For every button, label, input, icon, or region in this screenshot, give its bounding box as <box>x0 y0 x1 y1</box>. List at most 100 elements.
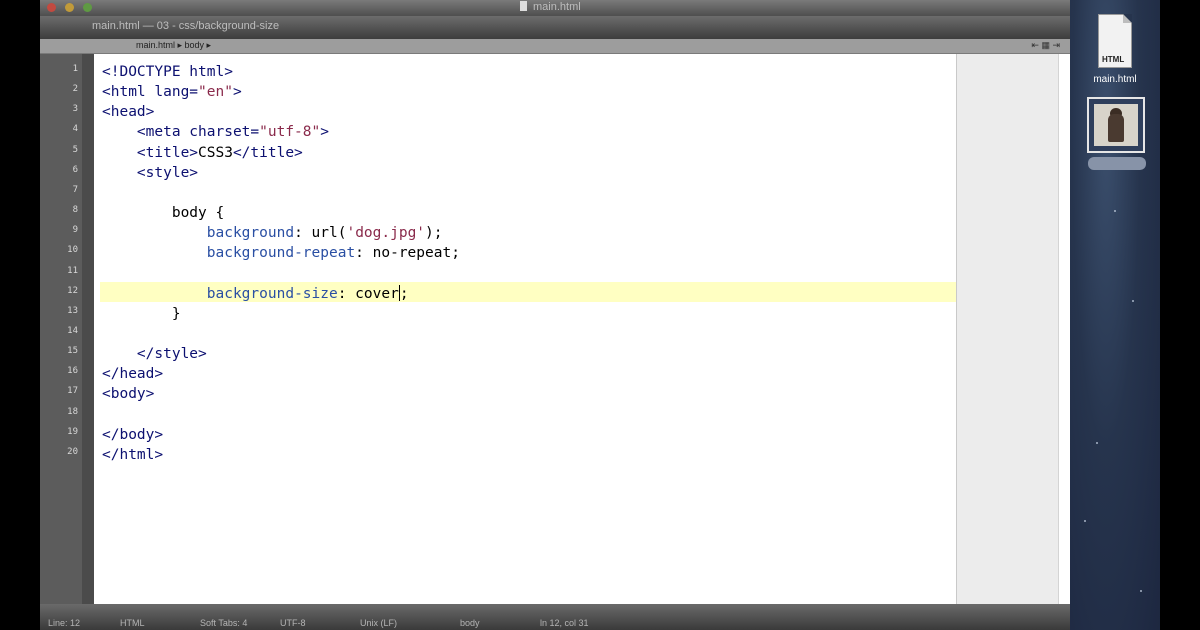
dog-image-icon[interactable] <box>1087 97 1145 153</box>
line-number: 8 <box>72 205 78 216</box>
code-line[interactable]: body { <box>102 203 224 223</box>
zoom-window-icon[interactable] <box>83 3 92 12</box>
code-token: <body> <box>102 386 155 403</box>
status-segment[interactable]: Unix (LF) <box>360 618 397 628</box>
code-token: : no-repeat; <box>355 245 460 262</box>
line-number: 15 <box>67 346 78 357</box>
dog-body-shape <box>1108 114 1124 142</box>
code-token: background-size <box>206 285 338 302</box>
code-editor[interactable]: <!DOCTYPE html> <html lang="en"> <head> <m… <box>94 54 956 604</box>
code-line[interactable]: </html> <box>102 445 163 465</box>
tab-bar: main.html — 03 - css/background-size <box>40 16 1070 39</box>
file-type-label: HTML <box>1102 55 1125 64</box>
code-line[interactable]: <title>CSS3</title> <box>102 143 303 163</box>
letterbox-right <box>1160 0 1200 630</box>
path-bar-tools[interactable]: ⇤ ▦ ⇥ <box>1031 40 1060 51</box>
line-number: 18 <box>67 406 78 417</box>
code-token: CSS3 <box>198 144 233 161</box>
line-number: 7 <box>72 184 78 195</box>
path-bar: main.html ▸ body ▸ ⇤ ▦ ⇥ <box>40 39 1070 54</box>
code-token: <head> <box>102 104 155 121</box>
line-number: 4 <box>72 124 78 135</box>
minimize-window-icon[interactable] <box>65 3 74 12</box>
dog-thumbnail <box>1094 104 1138 146</box>
vertical-scrollbar[interactable] <box>1058 54 1070 604</box>
code-token: : url( <box>294 225 347 242</box>
code-token: </style> <box>102 346 207 363</box>
code-token: </title> <box>232 144 303 161</box>
star <box>1096 442 1098 444</box>
breadcrumb[interactable]: main.html ▸ body ▸ <box>136 40 211 51</box>
code-token: body { <box>102 205 225 222</box>
line-number: 6 <box>72 164 78 175</box>
document-icon <box>520 1 527 11</box>
code-line[interactable]: </body> <box>102 425 163 445</box>
right-margin-area <box>956 54 1059 604</box>
code-line[interactable]: </style> <box>102 344 207 364</box>
code-token: <title> <box>102 144 199 161</box>
code-line[interactable]: background-repeat: no-repeat; <box>102 243 460 263</box>
code-line[interactable]: <body> <box>102 384 154 404</box>
line-number: 20 <box>67 446 78 457</box>
code-token: background-repeat <box>206 245 356 262</box>
code-token: </body> <box>102 426 164 443</box>
code-line[interactable]: <head> <box>102 102 154 122</box>
line-number: 17 <box>67 386 78 397</box>
status-bar: Line: 12 HTML Soft Tabs: 4 UTF-8 Unix (LF) bo… <box>40 604 1070 630</box>
letterbox-left <box>0 0 40 630</box>
status-segment[interactable]: UTF-8 <box>280 618 306 628</box>
star <box>1084 520 1086 522</box>
editor-window: main.html main.html — 03 - css/backgroun… <box>40 0 1070 630</box>
code-token: > <box>232 84 242 101</box>
code-token: } <box>102 305 181 322</box>
line-number: 11 <box>67 265 78 276</box>
fold-gutter[interactable] <box>82 54 94 604</box>
line-number: 10 <box>67 245 78 256</box>
code-line[interactable]: } <box>102 304 181 324</box>
line-number: 13 <box>67 305 78 316</box>
star <box>1140 590 1142 592</box>
line-number: 9 <box>72 225 78 236</box>
line-number: 16 <box>67 366 78 377</box>
code-line[interactable]: background: url('dog.jpg'); <box>102 223 443 243</box>
window-title: main.html <box>520 1 581 13</box>
page-fold-icon <box>1123 14 1132 23</box>
window-title-text: main.html <box>533 1 581 13</box>
status-segment[interactable]: ln 12, col 31 <box>540 618 589 628</box>
code-token: 'dog.jpg' <box>346 225 426 242</box>
desktop-file-name[interactable]: main.html <box>1082 74 1148 85</box>
code-line[interactable]: background-size: cover; <box>102 284 409 304</box>
tab-main-html[interactable]: main.html — 03 - css/background-size <box>92 20 279 32</box>
status-segment[interactable]: Line: 12 <box>48 618 80 628</box>
code-token: <!DOCTYPE html> <box>102 64 233 80</box>
code-line[interactable]: <!DOCTYPE html> <box>102 62 233 82</box>
code-token: <html lang= <box>102 84 199 101</box>
star <box>1132 300 1134 302</box>
code-token: </head> <box>102 366 164 383</box>
status-segment[interactable]: HTML <box>120 618 145 628</box>
status-segment[interactable]: Soft Tabs: 4 <box>200 618 247 628</box>
line-number: 1 <box>72 64 78 74</box>
line-number: 5 <box>72 144 78 155</box>
code-line[interactable]: <style> <box>102 163 198 183</box>
close-window-icon[interactable] <box>47 3 56 12</box>
code-line[interactable]: <html lang="en"> <box>102 82 242 102</box>
code-token: <meta charset= <box>102 124 260 141</box>
line-number: 12 <box>67 285 78 296</box>
code-token: </html> <box>102 446 164 463</box>
code-line[interactable]: <meta charset="utf-8"> <box>102 122 329 142</box>
line-number: 2 <box>72 84 78 95</box>
code-token: <style> <box>102 164 199 181</box>
desktop-background <box>1070 0 1160 630</box>
line-number: 3 <box>72 104 78 115</box>
code-token: "utf-8" <box>259 124 321 141</box>
star <box>1114 210 1116 212</box>
code-line[interactable]: </head> <box>102 364 163 384</box>
code-token: background <box>206 225 295 242</box>
code-token: ); <box>425 225 443 242</box>
title-bar[interactable]: main.html <box>40 0 1070 16</box>
status-segment[interactable]: body <box>460 618 480 628</box>
image-file-name-label[interactable] <box>1088 157 1146 170</box>
